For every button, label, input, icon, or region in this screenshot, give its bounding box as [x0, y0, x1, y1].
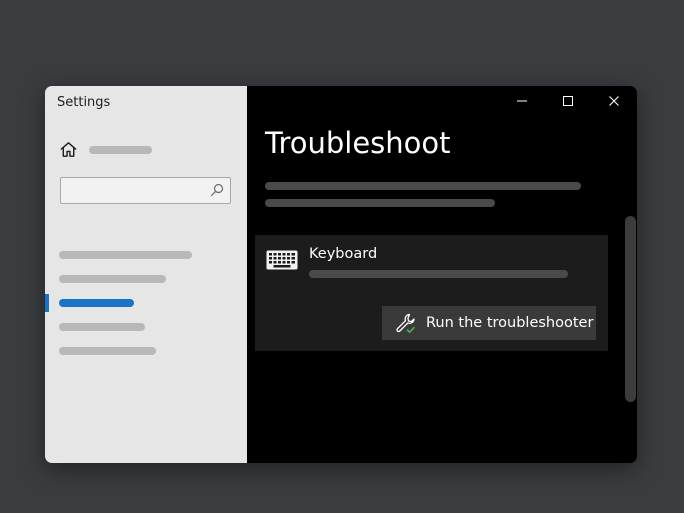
sidebar-item-label-placeholder — [59, 275, 166, 283]
keyboard-icon — [266, 250, 298, 270]
minimize-icon — [517, 100, 527, 102]
sidebar-item-label-placeholder — [59, 299, 134, 307]
sidebar-item[interactable] — [45, 243, 247, 267]
page-title: Troubleshoot — [265, 126, 451, 160]
selection-indicator — [45, 294, 49, 312]
close-icon — [609, 96, 619, 106]
maximize-icon — [563, 96, 573, 106]
minimize-button[interactable] — [499, 86, 545, 116]
sidebar-nav — [45, 243, 247, 363]
main-pane: Troubleshoot Keyboard Run the troublesho… — [247, 86, 637, 463]
sidebar-item-label-placeholder — [59, 323, 145, 331]
sidebar-item[interactable] — [45, 315, 247, 339]
scrollbar[interactable] — [625, 216, 636, 402]
app-title: Settings — [57, 95, 111, 110]
run-troubleshooter-button[interactable]: Run the troubleshooter — [382, 306, 596, 340]
card-description-placeholder — [309, 270, 568, 278]
home-label-placeholder — [89, 145, 152, 154]
search-input[interactable] — [60, 177, 231, 204]
sidebar-item-selected[interactable] — [45, 291, 247, 315]
wrench-check-icon — [396, 313, 415, 333]
sidebar-item[interactable] — [45, 339, 247, 363]
description-placeholder — [265, 182, 581, 190]
sidebar-item-label-placeholder — [59, 347, 156, 355]
close-button[interactable] — [591, 86, 637, 116]
sidebar-item[interactable] — [45, 267, 247, 291]
description-placeholder — [265, 199, 495, 207]
settings-window: Settings Troubleshoot Keyboard Run the t… — [45, 86, 637, 463]
search-icon[interactable] — [210, 183, 224, 197]
card-title: Keyboard — [309, 246, 378, 262]
maximize-button[interactable] — [545, 86, 591, 116]
sidebar-item-label-placeholder — [59, 251, 192, 259]
window-controls — [499, 86, 637, 116]
sidebar: Settings — [45, 86, 247, 463]
troubleshooter-card-keyboard[interactable]: Keyboard Run the troubleshooter — [255, 235, 608, 351]
home-icon — [60, 142, 77, 157]
run-troubleshooter-label: Run the troubleshooter — [426, 315, 594, 331]
home-nav-item[interactable] — [59, 140, 152, 159]
